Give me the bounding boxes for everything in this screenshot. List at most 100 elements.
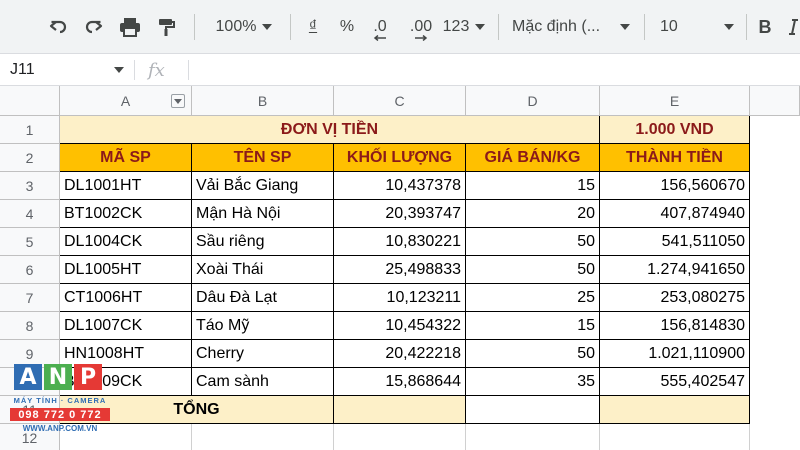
toolbar-divider — [746, 14, 747, 40]
chevron-down-icon — [114, 67, 124, 73]
row-header-8[interactable]: 8 — [0, 312, 60, 340]
data-cell[interactable]: 555,402547 — [600, 368, 750, 396]
data-cell[interactable]: 50 — [466, 256, 600, 284]
print-icon[interactable] — [116, 0, 144, 54]
more-formats-label: 123 — [442, 18, 470, 35]
data-cell[interactable]: 1.274,941650 — [600, 256, 750, 284]
total-weight-cell[interactable] — [334, 396, 466, 424]
row-header-3[interactable]: 3 — [0, 172, 60, 200]
data-cell[interactable]: 10,437378 — [334, 172, 466, 200]
font-family-select[interactable]: Mặc định (... — [508, 0, 634, 54]
row-header-2[interactable]: 2 — [0, 144, 60, 172]
unit-cell[interactable]: 1.000 VND — [600, 116, 750, 144]
data-cell[interactable]: DL1001HT — [60, 172, 192, 200]
column-title-cell[interactable]: THÀNH TIỀN — [600, 144, 750, 172]
data-cell[interactable]: 253,080275 — [600, 284, 750, 312]
fx-icon: fx — [148, 54, 165, 86]
data-cell[interactable]: Dâu Đà Lạt — [192, 284, 334, 312]
data-cell[interactable]: 35 — [466, 368, 600, 396]
data-cell[interactable]: Sầu riêng — [192, 228, 334, 256]
column-header-e[interactable]: E — [600, 86, 750, 116]
data-cell[interactable]: 10,454322 — [334, 312, 466, 340]
data-cell[interactable]: 20,422218 — [334, 340, 466, 368]
percent-format-button[interactable]: % — [334, 0, 360, 54]
italic-button[interactable] — [784, 0, 800, 54]
data-cell[interactable]: 20 — [466, 200, 600, 228]
more-formats-select[interactable]: 123 — [442, 0, 486, 54]
column-header-a[interactable]: A — [60, 86, 192, 116]
row-header-4[interactable]: 4 — [0, 200, 60, 228]
data-cell[interactable]: Cherry — [192, 340, 334, 368]
data-cell[interactable]: DL1004CK — [60, 228, 192, 256]
data-cell[interactable]: 25,498833 — [334, 256, 466, 284]
title-cell[interactable]: ĐƠN VỊ TIỀN — [60, 116, 600, 144]
data-cell[interactable]: DL1005HT — [60, 256, 192, 284]
toolbar-divider — [644, 14, 645, 40]
zoom-select[interactable]: 100% — [204, 0, 284, 54]
data-cell[interactable]: Táo Mỹ — [192, 312, 334, 340]
empty-cell[interactable] — [600, 424, 750, 450]
empty-cell[interactable] — [466, 424, 600, 450]
bold-button[interactable]: B — [752, 0, 778, 54]
name-box[interactable]: J11 — [0, 54, 132, 86]
chevron-down-icon — [174, 98, 182, 104]
chevron-down-icon — [262, 24, 273, 30]
currency-format-button[interactable]: ₫ — [300, 0, 326, 54]
filter-dropdown-icon[interactable] — [171, 94, 185, 108]
divider — [188, 60, 189, 80]
data-cell[interactable]: 1.021,110900 — [600, 340, 750, 368]
logo-url: WWW.ANP.COM.VN — [22, 424, 98, 433]
currency-label: ₫ — [308, 18, 318, 35]
decrease-decimal-button[interactable]: .0 — [366, 0, 394, 54]
chevron-down-icon — [620, 24, 630, 30]
column-title-cell[interactable]: TÊN SP — [192, 144, 334, 172]
data-cell[interactable]: 10,123211 — [334, 284, 466, 312]
data-cell[interactable]: 541,511050 — [600, 228, 750, 256]
row-header-5[interactable]: 5 — [0, 228, 60, 256]
data-cell[interactable]: 50 — [466, 340, 600, 368]
select-all-corner[interactable] — [0, 86, 60, 116]
data-cell[interactable]: 156,560670 — [600, 172, 750, 200]
column-title-cell[interactable]: KHỐI LƯỢNG — [334, 144, 466, 172]
data-cell[interactable]: Cam sành — [192, 368, 334, 396]
data-cell[interactable]: 407,874940 — [600, 200, 750, 228]
data-cell[interactable]: 10,830221 — [334, 228, 466, 256]
total-price-cell[interactable] — [466, 396, 600, 424]
data-cell[interactable]: Mận Hà Nội — [192, 200, 334, 228]
formula-bar: J11 fx — [0, 54, 800, 86]
decrease-decimal-label: .0 — [373, 18, 387, 35]
empty-cell[interactable] — [334, 424, 466, 450]
data-cell[interactable]: 156,814830 — [600, 312, 750, 340]
toolbar-divider — [290, 14, 291, 40]
column-title-cell[interactable]: GIÁ BÁN/KG — [466, 144, 600, 172]
data-cell[interactable]: 50 — [466, 228, 600, 256]
cell-reference: J11 — [10, 61, 35, 78]
row-header-6[interactable]: 6 — [0, 256, 60, 284]
increase-decimal-button[interactable]: .00 — [404, 0, 438, 54]
row-header-1[interactable]: 1 — [0, 116, 60, 144]
data-cell[interactable]: 15,868644 — [334, 368, 466, 396]
data-cell[interactable]: DL1007CK — [60, 312, 192, 340]
column-header-d[interactable]: D — [466, 86, 600, 116]
data-cell[interactable]: CT1006HT — [60, 284, 192, 312]
paint-format-icon[interactable] — [152, 0, 180, 54]
row-header-7[interactable]: 7 — [0, 284, 60, 312]
data-cell[interactable]: 15 — [466, 312, 600, 340]
data-cell[interactable]: BT1002CK — [60, 200, 192, 228]
column-title-cell[interactable]: MÃ SP — [60, 144, 192, 172]
data-cell[interactable]: Vải Bắc Giang — [192, 172, 334, 200]
data-cell[interactable]: 20,393747 — [334, 200, 466, 228]
column-header-b[interactable]: B — [192, 86, 334, 116]
redo-icon[interactable] — [80, 0, 108, 54]
total-amount-cell[interactable] — [600, 396, 750, 424]
data-cell[interactable]: 15 — [466, 172, 600, 200]
undo-icon[interactable] — [44, 0, 72, 54]
logo-subtitle: MÁY TÍNH · CAMERA — [13, 396, 107, 405]
data-cell[interactable]: 25 — [466, 284, 600, 312]
font-size-select[interactable]: 10 — [654, 0, 740, 54]
data-cell[interactable]: Xoài Thái — [192, 256, 334, 284]
font-size-value: 10 — [660, 18, 678, 35]
logo-phone: 098 772 0 772 — [10, 408, 110, 421]
column-header-c[interactable]: C — [334, 86, 466, 116]
empty-cell[interactable] — [192, 424, 334, 450]
